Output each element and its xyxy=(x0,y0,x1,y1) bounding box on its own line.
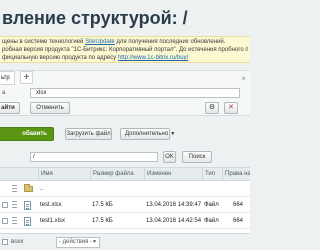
close-icon[interactable]: ✕ xyxy=(224,102,238,114)
row-checkbox[interactable] xyxy=(2,202,8,208)
file-name[interactable]: test1.xlsx xyxy=(40,214,65,229)
file-modified: 13.04.2016 14:39:47 xyxy=(146,202,202,208)
buy-link[interactable]: http://www.1c-bitrix.ru/buy/ xyxy=(118,55,188,61)
file-modified: 13.04.2016 14:42:54 xyxy=(146,218,202,224)
column-header-rights[interactable]: Права на доступ xyxy=(222,168,250,181)
search-button[interactable]: Поиск xyxy=(182,151,212,163)
notice-text: фициальную версию продукта по адресу xyxy=(2,55,118,61)
path-row: / OK Поиск xyxy=(0,150,250,164)
update-notice: щены в системе технологией SiteUpdate дл… xyxy=(0,36,250,63)
add-filter-tab-button[interactable]: + xyxy=(20,71,33,84)
column-header-name[interactable]: Имя xyxy=(38,168,90,181)
row-menu-icon[interactable] xyxy=(12,217,17,226)
file-size: 17.5 КБ xyxy=(92,202,113,208)
row-menu-icon[interactable] xyxy=(12,185,17,194)
cancel-button[interactable]: Отменить xyxy=(30,102,70,114)
path-input[interactable]: / xyxy=(30,152,158,162)
notice-line-3: фициальную версию продукта по адресу htt… xyxy=(2,54,248,62)
notice-line-2: робная версия продукта "1С-Битрикс: Корп… xyxy=(2,47,248,53)
file-table: Имя Размер файла Изменен Тип Права на до… xyxy=(0,167,250,234)
notice-text: для получения последних обновлений. xyxy=(114,39,226,45)
table-row[interactable]: test1.xlsx 17.5 КБ 13.04.2016 14:42:54 Ф… xyxy=(0,214,250,229)
notice-line-1: щены в системе технологией SiteUpdate дл… xyxy=(2,38,248,46)
file-rights: 664 xyxy=(233,202,244,208)
table-footer: вcex - действия - ▼ xyxy=(0,236,250,250)
more-dropdown-button[interactable]: Дополнительно ▼ xyxy=(120,128,175,140)
table-row[interactable]: test.xlsx 17.5 КБ 13.04.2016 14:39:47 Фа… xyxy=(0,198,250,213)
ok-button[interactable]: OK xyxy=(163,151,176,163)
file-icon xyxy=(24,201,31,210)
filter-value-input[interactable]: xlsx xyxy=(30,88,240,98)
select-all-label: вcex xyxy=(11,239,24,245)
filter-panel: ьтр + × а xlsx айти Отменить ⚙ ✕ xyxy=(0,70,250,116)
add-button[interactable]: обавить xyxy=(0,127,54,141)
file-type: Файл xyxy=(204,202,219,208)
filter-close-icon[interactable]: × xyxy=(241,74,246,83)
action-select-value: - действия - xyxy=(59,239,93,245)
table-row-parent[interactable]: .. xyxy=(0,182,250,197)
filter-field-label: а xyxy=(2,90,6,96)
file-name[interactable]: test.xlsx xyxy=(40,198,62,213)
upload-file-button[interactable]: Загрузить файл xyxy=(65,128,112,140)
gear-icon[interactable]: ⚙ xyxy=(205,102,219,114)
row-checkbox[interactable] xyxy=(2,218,8,224)
column-header-modified[interactable]: Изменен xyxy=(144,168,202,181)
file-rights: 664 xyxy=(233,218,244,224)
file-size: 17.5 КБ xyxy=(92,218,113,224)
row-menu-icon[interactable] xyxy=(12,201,17,210)
siteupdate-link[interactable]: SiteUpdate xyxy=(85,39,115,45)
table-header: Имя Размер файла Изменен Тип Права на до… xyxy=(0,168,250,181)
folder-icon xyxy=(24,184,33,192)
page-title: вление структурой: / xyxy=(2,8,188,28)
select-all-checkbox[interactable] xyxy=(2,239,8,245)
filter-tab[interactable]: ьтр xyxy=(0,71,15,85)
find-button[interactable]: айти xyxy=(0,102,20,114)
column-header-type[interactable]: Тип xyxy=(202,168,222,181)
notice-text: щены в системе технологией xyxy=(2,39,86,45)
chevron-down-icon: ▼ xyxy=(170,131,176,137)
action-select[interactable]: - действия - ▼ xyxy=(56,237,100,248)
file-icon xyxy=(24,217,31,226)
parent-dir-link[interactable]: .. xyxy=(40,182,43,197)
chevron-down-icon: ▼ xyxy=(92,239,97,245)
toolbar: обавить Загрузить файл Дополнительно ▼ xyxy=(0,127,250,141)
column-header-size[interactable]: Размер файла xyxy=(90,168,144,181)
file-type: Файл xyxy=(204,218,219,224)
more-label: Дополнительно xyxy=(125,131,169,137)
